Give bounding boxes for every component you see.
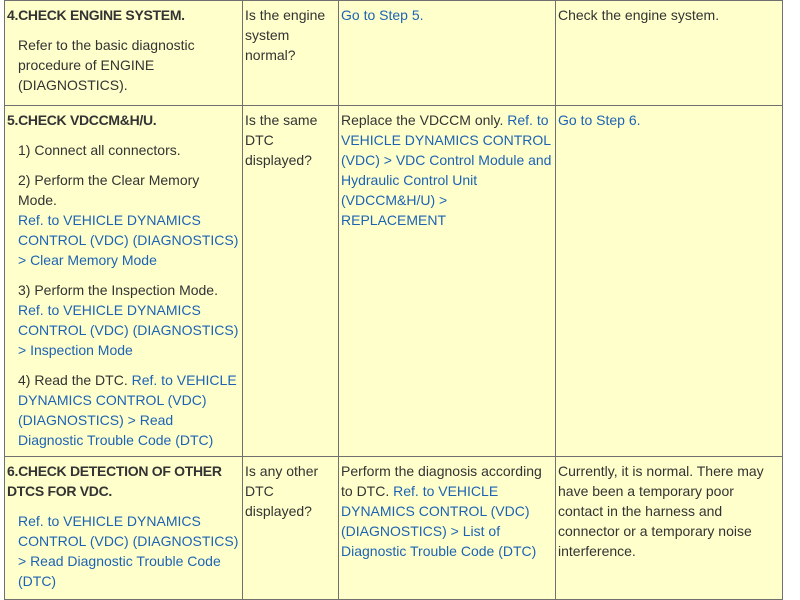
no-cell: Check the engine system. bbox=[555, 0, 783, 106]
yes-cell: Perform the diagnosis according to DTC. … bbox=[338, 456, 556, 600]
step-body: 1) Connect all connectors. 2) Perform th… bbox=[7, 140, 241, 450]
no-cell: Currently, it is normal. There may have … bbox=[555, 456, 783, 600]
table-row: 6.CHECK DETECTION OF OTHER DTCS FOR VDC.… bbox=[4, 456, 783, 600]
step-instruction: 1) Connect all connectors. bbox=[18, 142, 181, 158]
question-cell: Is the same DTC displayed? bbox=[242, 105, 339, 457]
check-question: Is the engine system normal? bbox=[245, 7, 326, 63]
no-cell: Go to Step 6. bbox=[555, 105, 783, 457]
step-title: 4.CHECK ENGINE SYSTEM. bbox=[7, 7, 185, 23]
vdccm-replacement-link[interactable]: Ref. to VEHICLE DYNAMICS CONTROL (VDC) >… bbox=[341, 112, 551, 228]
step-instruction: Refer to the basic diagnostic procedure … bbox=[18, 37, 195, 93]
yes-cell: Replace the VDCCM only. Ref. to VEHICLE … bbox=[338, 105, 556, 457]
step-instruction: 3) Perform the Inspection Mode. Ref. to V… bbox=[18, 282, 239, 358]
step-instruction: 4) Read the DTC. Ref. to VEHICLE DYNAMIC… bbox=[18, 372, 237, 448]
diagnostic-procedure-table: 4.CHECK ENGINE SYSTEM. Refer to the basi… bbox=[4, 0, 783, 600]
go-to-step-6-link[interactable]: Go to Step 6. bbox=[558, 112, 641, 128]
step-instruction: Ref. to VEHICLE DYNAMICS CONTROL (VDC) (… bbox=[18, 511, 241, 591]
step-cell: 6.CHECK DETECTION OF OTHER DTCS FOR VDC.… bbox=[4, 456, 243, 600]
table-row: 5.CHECK VDCCM&H/U. 1) Connect all connec… bbox=[4, 105, 783, 457]
yes-cell: Go to Step 5. bbox=[338, 0, 556, 106]
read-dtc-link[interactable]: Ref. to VEHICLE DYNAMICS CONTROL (VDC) (… bbox=[18, 513, 238, 589]
table-row: 4.CHECK ENGINE SYSTEM. Refer to the basi… bbox=[4, 0, 783, 106]
check-question: Is any other DTC displayed? bbox=[245, 463, 319, 519]
step-cell: 5.CHECK VDCCM&H/U. 1) Connect all connec… bbox=[4, 105, 243, 457]
step-title: 6.CHECK DETECTION OF OTHER DTCS FOR VDC. bbox=[7, 463, 222, 499]
step-body: Ref. to VEHICLE DYNAMICS CONTROL (VDC) (… bbox=[7, 511, 241, 591]
step-body: Refer to the basic diagnostic procedure … bbox=[7, 35, 241, 95]
inspection-mode-link[interactable]: Ref. to VEHICLE DYNAMICS CONTROL (VDC) (… bbox=[18, 302, 238, 358]
check-question: Is the same DTC displayed? bbox=[245, 112, 318, 168]
no-action-text: Currently, it is normal. There may have … bbox=[558, 463, 764, 559]
step-cell: 4.CHECK ENGINE SYSTEM. Refer to the basi… bbox=[4, 0, 243, 106]
clear-memory-mode-link[interactable]: Ref. to VEHICLE DYNAMICS CONTROL (VDC) (… bbox=[18, 212, 238, 268]
no-action-text: Check the engine system. bbox=[558, 7, 720, 23]
question-cell: Is the engine system normal? bbox=[242, 0, 339, 106]
go-to-step-5-link[interactable]: Go to Step 5. bbox=[341, 7, 424, 23]
question-cell: Is any other DTC displayed? bbox=[242, 456, 339, 600]
step-instruction: 2) Perform the Clear Memory Mode. Ref. to… bbox=[18, 172, 239, 268]
step-title: 5.CHECK VDCCM&H/U. bbox=[7, 112, 157, 128]
yes-action-text: Replace the VDCCM only. bbox=[341, 112, 504, 128]
